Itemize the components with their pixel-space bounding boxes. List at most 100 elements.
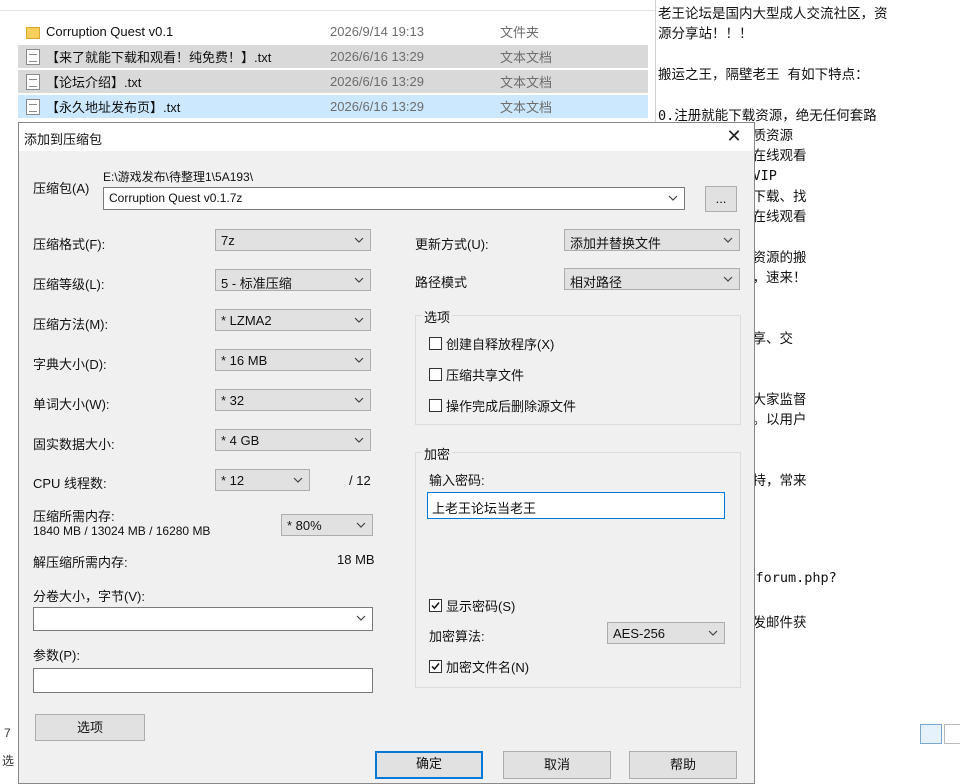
dict-label: 字典大小(D): — [33, 357, 107, 372]
cpu-select[interactable]: * 12 — [215, 469, 310, 491]
file-name: 【来了就能下载和观看！纯免费！】.txt — [46, 50, 272, 65]
checkbox-box — [429, 399, 442, 412]
mem-value: * 80% — [287, 518, 322, 533]
shared-files-label: 压缩共享文件 — [446, 368, 525, 383]
solid-select[interactable]: * 4 GB — [215, 429, 371, 451]
format-label: 压缩格式(F): — [33, 237, 106, 252]
file-row[interactable]: 【来了就能下载和观看！纯免费！】.txt 2026/6/16 13:29 文本文… — [18, 45, 648, 68]
file-row-selected[interactable]: 【永久地址发布页】.txt 2026/6/16 13:29 文本文档 — [18, 95, 648, 118]
file-name: 【永久地址发布页】.txt — [46, 100, 181, 115]
file-date: 2026/9/14 19:13 — [330, 24, 424, 39]
chevron-down-icon — [354, 518, 368, 532]
text-file-icon — [26, 73, 40, 90]
split-size-combo[interactable] — [33, 607, 373, 631]
word-select[interactable]: * 32 — [215, 389, 371, 411]
mem-select[interactable]: * 80% — [281, 514, 373, 536]
chevron-down-icon — [352, 233, 366, 247]
chevron-down-icon — [352, 433, 366, 447]
checkbox-box — [429, 337, 442, 350]
close-icon[interactable]: ✕ — [714, 123, 754, 151]
password-input[interactable]: 上老王论坛当老王 — [427, 492, 725, 519]
encrypt-names-checkbox[interactable]: 加密文件名(N) — [429, 657, 529, 676]
help-button[interactable]: 帮助 — [629, 751, 737, 779]
path-mode-value: 相对路径 — [570, 275, 623, 290]
update-value: 添加并替换文件 — [570, 236, 662, 251]
decomp-label: 解压缩所需内存: — [33, 555, 128, 570]
show-password-checkbox[interactable]: 显示密码(S) — [429, 596, 515, 615]
sfx-checkbox[interactable]: 创建自释放程序(X) — [429, 334, 554, 353]
chevron-down-icon — [291, 473, 305, 487]
params-input[interactable] — [33, 668, 373, 693]
add-to-archive-dialog: 添加到压缩包 ✕ 压缩包(A) E:\游戏发布\待整理1\5A193\ Corr… — [18, 122, 755, 784]
encryption-group-title: 加密 — [422, 444, 453, 463]
chevron-down-icon — [352, 273, 366, 287]
dialog-titlebar[interactable]: 添加到压缩包 ✕ — [19, 123, 754, 151]
password-label: 输入密码: — [429, 473, 485, 488]
archive-path: E:\游戏发布\待整理1\5A193\ — [103, 170, 254, 184]
format-value: 7z — [221, 233, 235, 248]
options-group-title: 选项 — [422, 307, 453, 326]
notepad-line: 搬运之王，隔壁老王 有如下特点： — [658, 66, 869, 83]
file-name: 【论坛介绍】.txt — [46, 75, 142, 90]
file-date: 2026/6/16 13:29 — [330, 49, 424, 64]
dialog-title: 添加到压缩包 — [24, 132, 103, 147]
notepad-line: 老王论坛是国内大型成人交流社区，资 — [658, 6, 888, 22]
cpu-max: / 12 — [349, 473, 371, 488]
format-select[interactable]: 7z — [215, 229, 371, 251]
update-select[interactable]: 添加并替换文件 — [564, 229, 740, 251]
options-button[interactable]: 选项 — [35, 714, 145, 741]
chevron-down-icon — [666, 191, 680, 205]
params-label: 参数(P): — [33, 648, 80, 663]
archive-name-combo[interactable]: Corruption Quest v0.1.7z — [103, 187, 685, 210]
chevron-down-icon — [352, 393, 366, 407]
dict-value: * 16 MB — [221, 353, 268, 368]
tiles-view-icon[interactable] — [944, 724, 960, 744]
archive-name-value: Corruption Quest v0.1.7z — [109, 191, 243, 205]
sfx-label: 创建自释放程序(X) — [446, 337, 555, 352]
decomp-value: 18 MB — [337, 552, 375, 567]
dict-select[interactable]: * 16 MB — [215, 349, 371, 371]
show-password-label: 显示密码(S) — [446, 599, 516, 614]
solid-label: 固实数据大小: — [33, 437, 115, 452]
file-date: 2026/6/16 13:29 — [330, 74, 424, 89]
checkbox-box — [429, 599, 442, 612]
mem-label: 压缩所需内存: — [33, 509, 115, 524]
solid-value: * 4 GB — [221, 433, 260, 448]
chevron-down-icon — [721, 233, 735, 247]
delete-after-checkbox[interactable]: 操作完成后删除源文件 — [429, 396, 576, 415]
notepad-line: 0.注册就能下载资源，绝无任何套路 — [658, 107, 877, 124]
chevron-down-icon — [354, 611, 368, 625]
ok-button[interactable]: 确定 — [375, 751, 483, 779]
column-header-strip — [0, 0, 655, 11]
word-label: 单词大小(W): — [33, 397, 110, 412]
checkbox-box — [429, 660, 442, 673]
delete-after-label: 操作完成后删除源文件 — [446, 399, 577, 414]
browse-button[interactable]: ... — [705, 186, 737, 212]
chevron-down-icon — [352, 313, 366, 327]
file-row-folder[interactable]: Corruption Quest v0.1 2026/9/14 19:13 文件… — [18, 20, 648, 43]
update-label: 更新方式(U): — [415, 237, 489, 252]
checkbox-box — [429, 368, 442, 381]
path-mode-select[interactable]: 相对路径 — [564, 268, 740, 290]
details-view-icon[interactable] — [920, 724, 942, 744]
notepad-line: 源分享站！！！ — [658, 26, 753, 43]
file-name: Corruption Quest v0.1 — [46, 24, 174, 39]
level-select[interactable]: 5 - 标准压缩 — [215, 269, 371, 291]
shared-files-checkbox[interactable]: 压缩共享文件 — [429, 365, 524, 384]
cpu-label: CPU 线程数: — [33, 476, 107, 491]
method-select[interactable]: * LZMA2 — [215, 309, 371, 331]
mem-detail: 1840 MB / 13024 MB / 16280 MB — [33, 524, 211, 538]
algo-label: 加密算法: — [429, 629, 485, 644]
level-label: 压缩等级(L): — [33, 277, 105, 292]
cancel-button[interactable]: 取消 — [503, 751, 611, 779]
file-row[interactable]: 【论坛介绍】.txt 2026/6/16 13:29 文本文档 — [18, 70, 648, 93]
split-label: 分卷大小，字节(V): — [33, 589, 145, 604]
text-file-icon — [26, 98, 40, 115]
text-file-icon — [26, 48, 40, 65]
chevron-down-icon — [721, 272, 735, 286]
algo-select[interactable]: AES-256 — [607, 622, 725, 644]
algo-value: AES-256 — [613, 626, 666, 641]
file-type: 文件夹 — [500, 25, 540, 40]
file-date: 2026/6/16 13:29 — [330, 99, 424, 114]
method-value: * LZMA2 — [221, 313, 272, 328]
